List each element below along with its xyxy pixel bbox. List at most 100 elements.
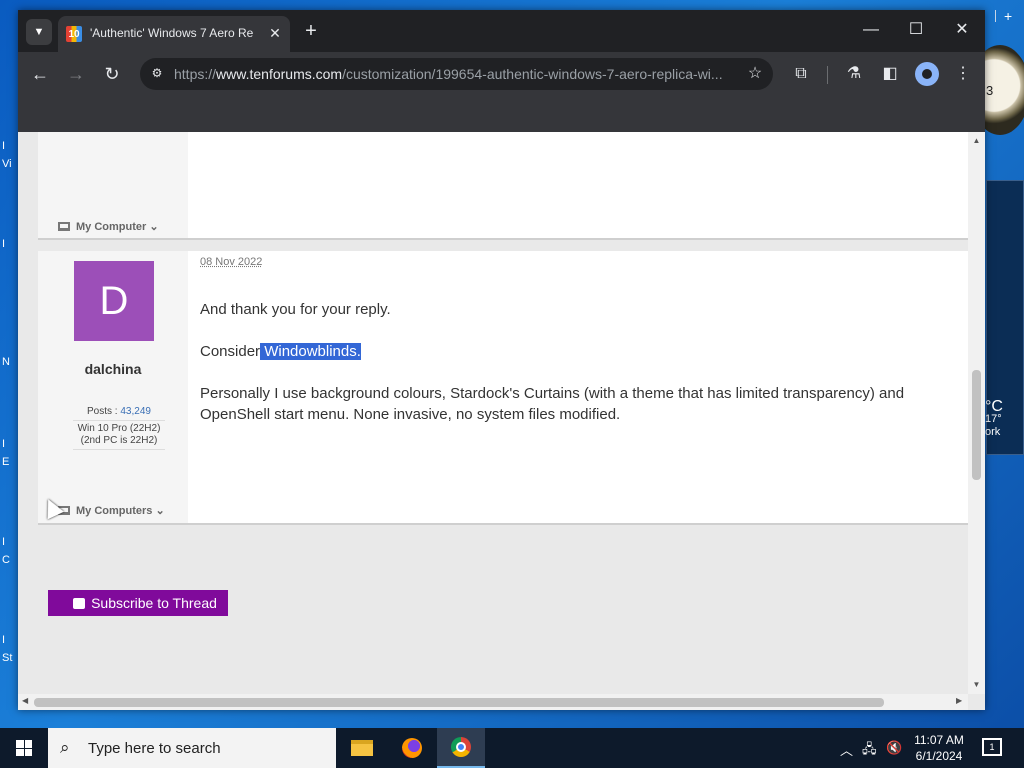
forward-arrow-icon[interactable]: → — [64, 62, 88, 86]
notification-count: 1 — [989, 742, 995, 752]
url-domain: www.tenforums.com — [216, 66, 343, 82]
page-viewport: My Computer ⌄ • D dalchina Posts : 43,24… — [18, 132, 985, 710]
post-date[interactable]: 08 Nov 2022 — [200, 256, 262, 268]
vertical-scrollbar[interactable]: ▲ ▼ — [968, 132, 985, 694]
tab-search-button[interactable]: ▼ — [26, 19, 52, 45]
my-computer-link[interactable]: My Computer ⌄ — [58, 220, 159, 233]
my-computers-link[interactable]: My Computers ⌄ — [58, 504, 165, 517]
new-tab-button[interactable]: + — [300, 20, 322, 42]
firefox-icon — [402, 738, 422, 758]
scroll-up-arrow-icon[interactable]: ▲ — [968, 136, 985, 145]
labs-flask-icon[interactable]: ⚗ — [842, 62, 866, 86]
desktop-icon-label[interactable]: I — [2, 140, 5, 152]
weather-gadget: °C 17° ork — [985, 398, 1024, 439]
clock-gadget-digit: 3 — [986, 83, 994, 98]
clock-time: 11:07 AM — [914, 733, 964, 747]
windows-logo-icon — [16, 740, 32, 756]
weather-temp: °C — [985, 398, 1003, 415]
search-placeholder: Type here to search — [88, 740, 221, 757]
os-line-1: Win 10 Pro (22H2) — [77, 423, 161, 434]
scroll-left-arrow-icon[interactable]: ◀ — [22, 696, 28, 705]
address-bar[interactable]: ⚙ https://www.tenforums.com/customizatio… — [140, 58, 773, 90]
plus-icon[interactable]: + — [1004, 8, 1012, 24]
desktop-icon-label[interactable]: I — [2, 536, 5, 548]
my-computers-label: My Computers — [76, 505, 153, 517]
chevron-down-icon: ▼ — [33, 26, 45, 38]
desktop-icon-label[interactable]: I — [2, 634, 5, 646]
clock-date: 6/1/2024 — [915, 749, 963, 763]
taskbar: ⌕ Type here to search ︿ 🖧 🔇 11:07 AM 6/1… — [0, 728, 1024, 768]
post-text-paragraph: Personally I use background colours, Sta… — [200, 385, 905, 423]
desktop-icons-edge: I Vi I N I E I C I St — [0, 0, 18, 728]
os-info: Win 10 Pro (22H2) (2nd PC is 22H2) — [73, 421, 165, 450]
subscribe-label: Subscribe to Thread — [91, 595, 217, 611]
chevron-up-icon[interactable]: ︿ — [840, 740, 853, 759]
tab-title: 'Authentic' Windows 7 Aero Re — [90, 26, 254, 40]
system-clock[interactable]: 11:07 AM 6/1/2024 — [905, 732, 973, 764]
profile-avatar-icon[interactable] — [915, 62, 939, 86]
desktop-icon-label[interactable]: I — [2, 438, 5, 450]
side-panel-icon[interactable]: ◧ — [878, 62, 902, 86]
file-explorer-button[interactable] — [338, 728, 386, 768]
site-info-icon[interactable]: ⚙ — [148, 66, 166, 82]
url-path: /customization/199654-authentic-windows-… — [342, 66, 723, 82]
tenforums-favicon-icon: 10 — [66, 26, 82, 42]
weather-place: ork — [985, 426, 1001, 438]
subscribe-to-thread-button[interactable]: Subscribe to Thread — [48, 590, 228, 616]
consider-text: Consider — [200, 343, 261, 360]
post-text-line: And thank you for your reply. — [200, 301, 391, 318]
close-icon[interactable]: ✕ — [266, 24, 284, 42]
url-prefix: https:// — [174, 66, 217, 82]
start-button[interactable] — [0, 728, 48, 768]
desktop-icon-label[interactable]: I — [2, 238, 5, 250]
horizontal-scrollbar[interactable]: ◀ ▶ — [18, 694, 968, 710]
vertical-scroll-thumb[interactable] — [972, 370, 981, 480]
envelope-icon — [73, 598, 86, 609]
os-line-2: (2nd PC is 22H2) — [80, 435, 158, 446]
scroll-down-arrow-icon[interactable]: ▼ — [968, 680, 985, 689]
windowblinds-link[interactable]: Windowblinds. — [260, 343, 361, 360]
close-window-button[interactable]: ✕ — [947, 18, 977, 42]
folder-icon — [351, 740, 373, 756]
desktop-icon-label[interactable]: St — [2, 652, 12, 664]
bookmark-star-icon[interactable]: ☆ — [744, 63, 766, 85]
desktop-icon-label[interactable]: E — [2, 456, 9, 468]
more-menu-icon[interactable]: ⋮ — [951, 62, 975, 86]
scroll-right-arrow-icon[interactable]: ▶ — [956, 696, 962, 705]
laptop-icon — [58, 222, 70, 231]
desktop-icon-label[interactable]: N — [2, 356, 10, 368]
url-text[interactable]: https://www.tenforums.com/customization/… — [174, 66, 736, 82]
browser-tab[interactable]: 10 'Authentic' Windows 7 Aero Re ✕ — [58, 16, 290, 52]
search-icon: ⌕ — [60, 738, 70, 757]
notification-center-icon[interactable]: 1 — [982, 738, 1002, 756]
posts-label: Posts : — [87, 406, 118, 417]
desktop-divider — [995, 10, 996, 22]
forum-post: D dalchina Posts : 43,249 Win 10 Pro (22… — [38, 251, 985, 525]
username[interactable]: dalchina — [38, 361, 188, 377]
maximize-button[interactable]: ☐ — [901, 18, 931, 42]
desktop-icon-label[interactable]: Vi — [2, 158, 12, 170]
chrome-icon — [451, 737, 471, 757]
minimize-button[interactable]: — — [856, 18, 886, 42]
desktop-icon-label[interactable]: C — [2, 554, 10, 566]
reload-icon[interactable]: ↻ — [100, 62, 124, 86]
browser-toolbar: ← → ↻ ⚙ https://www.tenforums.com/custom… — [18, 52, 985, 96]
bookmarks-bar — [18, 96, 985, 132]
toolbar-divider — [827, 66, 828, 84]
browser-window: ▼ 10 'Authentic' Windows 7 Aero Re ✕ + —… — [18, 10, 985, 710]
speaker-muted-icon[interactable]: 🔇 — [886, 740, 902, 756]
back-arrow-icon[interactable]: ← — [28, 62, 52, 86]
forum-post: My Computer ⌄ • — [38, 132, 985, 240]
title-bar: ▼ 10 'Authentic' Windows 7 Aero Re ✕ + —… — [18, 10, 985, 52]
taskbar-search[interactable]: ⌕ Type here to search — [48, 728, 336, 768]
extensions-puzzle-icon[interactable]: ⧉ — [789, 62, 813, 86]
horizontal-scroll-thumb[interactable] — [34, 698, 884, 707]
network-icon[interactable]: 🖧 — [862, 740, 877, 762]
avatar[interactable]: D — [74, 261, 154, 341]
my-computer-label: My Computer — [76, 221, 147, 233]
post-text-line: Consider Windowblinds. — [200, 341, 960, 362]
post-count: Posts : 43,249 — [73, 406, 165, 421]
posts-count-link[interactable]: 43,249 — [120, 406, 151, 417]
chrome-button[interactable] — [437, 728, 485, 768]
firefox-button[interactable] — [388, 728, 436, 768]
